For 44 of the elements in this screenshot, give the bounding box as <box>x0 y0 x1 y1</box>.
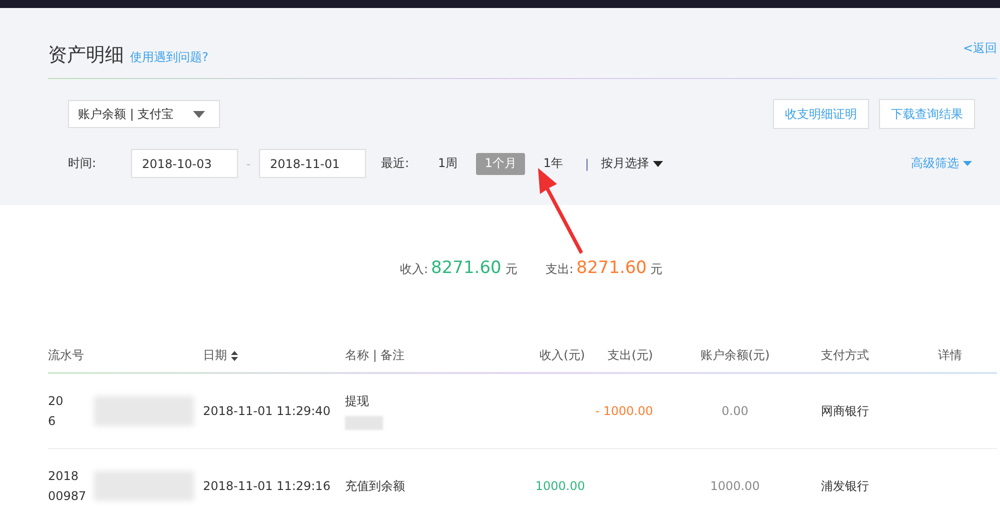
table-cell-text: 2018-11-01 11:29:40 <box>203 404 332 418</box>
column-header: 收入(元) <box>538 347 585 364</box>
separator-label: | <box>584 156 590 170</box>
table-cell-text: 浦发银行 <box>820 478 870 494</box>
income-amount: 1000.00 <box>534 479 585 493</box>
table-cell-text: 提现 <box>345 392 370 410</box>
column-header: 名称 | 备注 <box>345 347 406 364</box>
date-field[interactable]: 2018-10-03 <box>131 149 238 178</box>
table-cell-text: 网商银行 <box>820 402 870 420</box>
unit-label: 元 <box>505 261 518 278</box>
serial-number: 20 <box>48 394 64 408</box>
expense-amount: - 1000.00 <box>594 404 654 418</box>
period-tab[interactable]: 1年 <box>534 152 572 174</box>
serial-number: 6 <box>48 414 57 428</box>
balance-amount: 1000.00 <box>709 479 761 493</box>
date-field[interactable]: 2018-11-01 <box>259 149 366 178</box>
unit-label: 元 <box>650 261 663 278</box>
date-separator: - <box>245 156 252 170</box>
time-label: 时间: <box>68 155 98 172</box>
expense-total: 8271.60 <box>576 258 647 278</box>
income-label: 收入: <box>400 261 428 278</box>
table-cell-text: 2018-11-01 11:29:16 <box>203 479 332 493</box>
caret-icon <box>193 110 205 118</box>
income-total: 8271.60 <box>431 258 502 278</box>
column-header: 日期 <box>203 347 227 364</box>
period-tab[interactable]: 1周 <box>429 152 467 174</box>
caret-icon <box>653 160 664 166</box>
column-header: 账户余额(元) <box>699 347 771 364</box>
expense-label: 支出: <box>545 261 574 278</box>
column-header: 流水号 <box>48 347 85 364</box>
serial-number: 00987 <box>48 489 88 503</box>
balance-amount: 0.00 <box>720 404 750 418</box>
table-cell-text: 充值到余额 <box>345 478 406 494</box>
caret-icon <box>963 161 972 166</box>
column-header: 支出(元) <box>606 347 654 364</box>
recent-label: 最近: <box>381 155 410 172</box>
page-title: 资产明细 <box>48 43 124 68</box>
column-header: 详情 <box>937 347 963 364</box>
month-select[interactable]: 按月选择 <box>601 155 664 172</box>
sort-icon[interactable] <box>231 350 238 360</box>
serial-number: 2018 <box>48 469 80 483</box>
column-header: 支付方式 <box>820 347 870 364</box>
redaction-smear <box>345 416 383 430</box>
account-dropdown[interactable]: 账户余额 | 支付宝 <box>68 100 220 128</box>
